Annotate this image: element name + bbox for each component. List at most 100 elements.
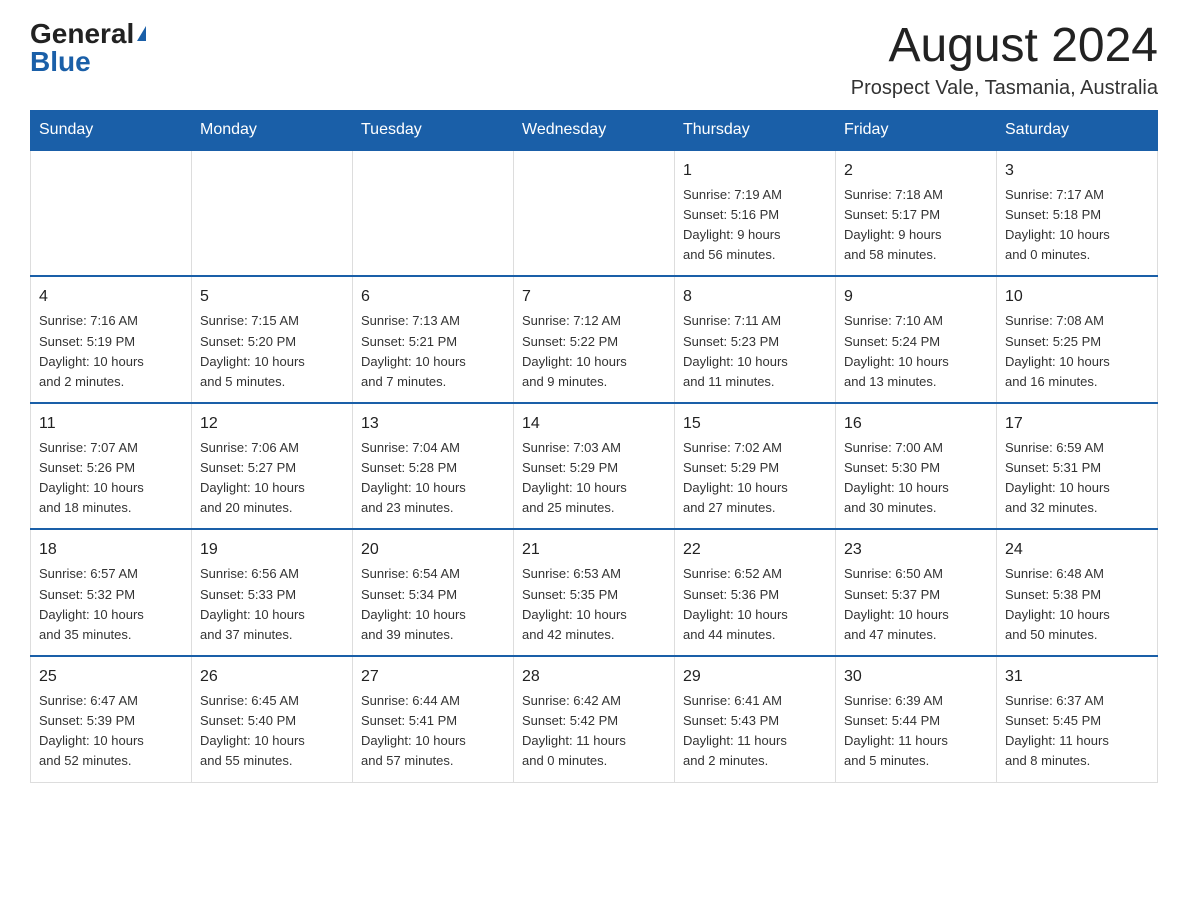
calendar-day-7: 7 Sunrise: 7:12 AMSunset: 5:22 PMDaylight…: [514, 276, 675, 403]
calendar-day-8: 8 Sunrise: 7:11 AMSunset: 5:23 PMDaylight…: [675, 276, 836, 403]
day-number: 17: [1005, 412, 1149, 436]
calendar-empty-cell: [192, 150, 353, 277]
calendar-week-row: 25 Sunrise: 6:47 AMSunset: 5:39 PMDayligh…: [31, 656, 1158, 782]
calendar-week-row: 4 Sunrise: 7:16 AMSunset: 5:19 PMDaylight…: [31, 276, 1158, 403]
day-info: Sunrise: 7:17 AMSunset: 5:18 PMDaylight:…: [1005, 187, 1110, 262]
weekday-header-thursday: Thursday: [675, 110, 836, 150]
day-number: 27: [361, 665, 505, 689]
day-number: 23: [844, 538, 988, 562]
day-number: 1: [683, 159, 827, 183]
day-number: 13: [361, 412, 505, 436]
calendar-day-13: 13 Sunrise: 7:04 AMSunset: 5:28 PMDayligh…: [353, 403, 514, 530]
day-info: Sunrise: 7:07 AMSunset: 5:26 PMDaylight:…: [39, 440, 144, 515]
day-info: Sunrise: 6:50 AMSunset: 5:37 PMDaylight:…: [844, 566, 949, 641]
calendar-day-28: 28 Sunrise: 6:42 AMSunset: 5:42 PMDayligh…: [514, 656, 675, 782]
calendar-day-11: 11 Sunrise: 7:07 AMSunset: 5:26 PMDayligh…: [31, 403, 192, 530]
day-info: Sunrise: 7:04 AMSunset: 5:28 PMDaylight:…: [361, 440, 466, 515]
calendar-day-21: 21Sunrise: 6:53 AMSunset: 5:35 PMDayligh…: [514, 529, 675, 656]
calendar-day-2: 2 Sunrise: 7:18 AMSunset: 5:17 PMDaylight…: [836, 150, 997, 277]
day-info: Sunrise: 6:47 AMSunset: 5:39 PMDaylight:…: [39, 693, 144, 768]
calendar-week-row: 1Sunrise: 7:19 AMSunset: 5:16 PMDaylight…: [31, 150, 1158, 277]
calendar-day-12: 12 Sunrise: 7:06 AMSunset: 5:27 PMDayligh…: [192, 403, 353, 530]
day-number: 10: [1005, 285, 1149, 309]
calendar-day-3: 3Sunrise: 7:17 AMSunset: 5:18 PMDaylight…: [997, 150, 1158, 277]
day-number: 19: [200, 538, 344, 562]
day-number: 21: [522, 538, 666, 562]
day-number: 26: [200, 665, 344, 689]
day-number: 29: [683, 665, 827, 689]
logo-general: General: [30, 20, 134, 48]
day-number: 6: [361, 285, 505, 309]
day-number: 28: [522, 665, 666, 689]
day-info: Sunrise: 6:52 AMSunset: 5:36 PMDaylight:…: [683, 566, 788, 641]
calendar-day-14: 14Sunrise: 7:03 AMSunset: 5:29 PMDayligh…: [514, 403, 675, 530]
calendar-day-24: 24 Sunrise: 6:48 AMSunset: 5:38 PMDayligh…: [997, 529, 1158, 656]
day-number: 7: [522, 285, 666, 309]
calendar-day-9: 9 Sunrise: 7:10 AMSunset: 5:24 PMDaylight…: [836, 276, 997, 403]
calendar-day-26: 26 Sunrise: 6:45 AMSunset: 5:40 PMDayligh…: [192, 656, 353, 782]
day-info: Sunrise: 6:39 AMSunset: 5:44 PMDaylight:…: [844, 693, 948, 768]
weekday-header-saturday: Saturday: [997, 110, 1158, 150]
calendar-empty-cell: [514, 150, 675, 277]
day-number: 12: [200, 412, 344, 436]
day-info: Sunrise: 7:02 AMSunset: 5:29 PMDaylight:…: [683, 440, 788, 515]
day-number: 14: [522, 412, 666, 436]
day-number: 16: [844, 412, 988, 436]
day-info: Sunrise: 6:48 AMSunset: 5:38 PMDaylight:…: [1005, 566, 1110, 641]
day-info: Sunrise: 7:12 AMSunset: 5:22 PMDaylight:…: [522, 313, 627, 388]
day-info: Sunrise: 7:13 AMSunset: 5:21 PMDaylight:…: [361, 313, 466, 388]
calendar-day-18: 18 Sunrise: 6:57 AMSunset: 5:32 PMDayligh…: [31, 529, 192, 656]
day-number: 24: [1005, 538, 1149, 562]
day-number: 25: [39, 665, 183, 689]
calendar-empty-cell: [31, 150, 192, 277]
day-info: Sunrise: 7:10 AMSunset: 5:24 PMDaylight:…: [844, 313, 949, 388]
weekday-header-wednesday: Wednesday: [514, 110, 675, 150]
day-number: 5: [200, 285, 344, 309]
day-number: 9: [844, 285, 988, 309]
calendar-day-25: 25 Sunrise: 6:47 AMSunset: 5:39 PMDayligh…: [31, 656, 192, 782]
day-number: 20: [361, 538, 505, 562]
day-number: 18: [39, 538, 183, 562]
calendar-day-20: 20 Sunrise: 6:54 AMSunset: 5:34 PMDayligh…: [353, 529, 514, 656]
calendar-day-10: 10 Sunrise: 7:08 AMSunset: 5:25 PMDayligh…: [997, 276, 1158, 403]
logo-triangle-icon: [137, 26, 146, 41]
day-info: Sunrise: 7:06 AMSunset: 5:27 PMDaylight:…: [200, 440, 305, 515]
calendar-day-19: 19Sunrise: 6:56 AMSunset: 5:33 PMDayligh…: [192, 529, 353, 656]
day-number: 8: [683, 285, 827, 309]
header: General Blue August 2024 Prospect Vale, …: [30, 20, 1158, 100]
day-info: Sunrise: 7:00 AMSunset: 5:30 PMDaylight:…: [844, 440, 949, 515]
calendar-day-31: 31 Sunrise: 6:37 AMSunset: 5:45 PMDayligh…: [997, 656, 1158, 782]
calendar-table: SundayMondayTuesdayWednesdayThursdayFrid…: [30, 110, 1158, 783]
weekday-header-row: SundayMondayTuesdayWednesdayThursdayFrid…: [31, 110, 1158, 150]
month-title: August 2024: [851, 20, 1158, 73]
day-info: Sunrise: 6:42 AMSunset: 5:42 PMDaylight:…: [522, 693, 626, 768]
weekday-header-friday: Friday: [836, 110, 997, 150]
day-info: Sunrise: 6:45 AMSunset: 5:40 PMDaylight:…: [200, 693, 305, 768]
weekday-header-sunday: Sunday: [31, 110, 192, 150]
location-title: Prospect Vale, Tasmania, Australia: [851, 77, 1158, 100]
day-info: Sunrise: 7:16 AMSunset: 5:19 PMDaylight:…: [39, 313, 144, 388]
weekday-header-monday: Monday: [192, 110, 353, 150]
day-info: Sunrise: 7:11 AMSunset: 5:23 PMDaylight:…: [683, 313, 788, 388]
calendar-day-1: 1Sunrise: 7:19 AMSunset: 5:16 PMDaylight…: [675, 150, 836, 277]
day-info: Sunrise: 7:08 AMSunset: 5:25 PMDaylight:…: [1005, 313, 1110, 388]
day-info: Sunrise: 7:18 AMSunset: 5:17 PMDaylight:…: [844, 187, 943, 262]
day-number: 31: [1005, 665, 1149, 689]
day-number: 30: [844, 665, 988, 689]
calendar-day-5: 5Sunrise: 7:15 AMSunset: 5:20 PMDaylight…: [192, 276, 353, 403]
day-info: Sunrise: 6:59 AMSunset: 5:31 PMDaylight:…: [1005, 440, 1110, 515]
title-area: August 2024 Prospect Vale, Tasmania, Aus…: [851, 20, 1158, 100]
logo-blue: Blue: [30, 48, 91, 76]
day-number: 2: [844, 159, 988, 183]
calendar-day-22: 22Sunrise: 6:52 AMSunset: 5:36 PMDayligh…: [675, 529, 836, 656]
day-info: Sunrise: 6:44 AMSunset: 5:41 PMDaylight:…: [361, 693, 466, 768]
day-number: 4: [39, 285, 183, 309]
calendar-week-row: 18 Sunrise: 6:57 AMSunset: 5:32 PMDayligh…: [31, 529, 1158, 656]
day-info: Sunrise: 6:57 AMSunset: 5:32 PMDaylight:…: [39, 566, 144, 641]
calendar-day-30: 30 Sunrise: 6:39 AMSunset: 5:44 PMDayligh…: [836, 656, 997, 782]
calendar-week-row: 11 Sunrise: 7:07 AMSunset: 5:26 PMDayligh…: [31, 403, 1158, 530]
day-number: 11: [39, 412, 183, 436]
day-info: Sunrise: 6:37 AMSunset: 5:45 PMDaylight:…: [1005, 693, 1109, 768]
calendar-day-15: 15Sunrise: 7:02 AMSunset: 5:29 PMDayligh…: [675, 403, 836, 530]
day-info: Sunrise: 6:54 AMSunset: 5:34 PMDaylight:…: [361, 566, 466, 641]
